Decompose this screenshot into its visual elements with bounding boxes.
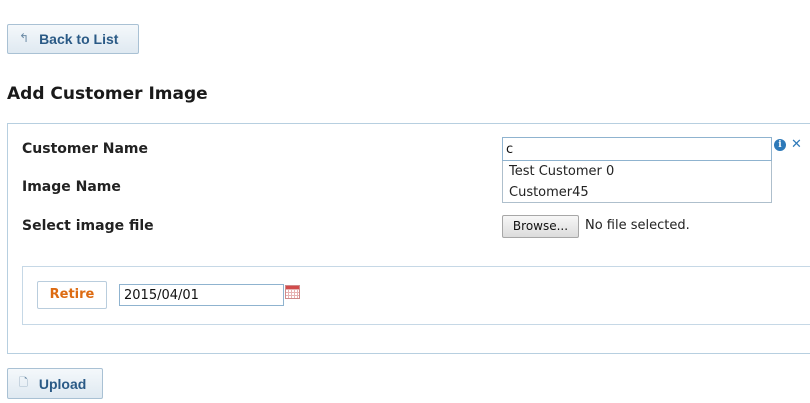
file-selection-status: No file selected. <box>585 218 690 233</box>
browse-file-button[interactable]: Browse... <box>502 215 579 238</box>
suggestion-item[interactable]: Customer45 <box>503 182 771 203</box>
select-image-file-label: Select image file <box>22 218 154 234</box>
back-to-list-button[interactable]: ↰ Back to List <box>7 24 139 54</box>
info-icon[interactable]: i <box>774 139 786 151</box>
image-name-label: Image Name <box>22 179 121 195</box>
back-to-list-label: Back to List <box>39 31 119 47</box>
upload-button[interactable]: 🗋 Upload <box>7 368 103 399</box>
clear-icon[interactable]: ✕ <box>791 137 802 152</box>
suggestion-item[interactable]: Test Customer 0 <box>503 161 771 182</box>
undo-arrow-icon: ↰ <box>19 31 30 45</box>
customer-name-input[interactable] <box>502 137 772 161</box>
file-icon: 🗋 <box>19 377 28 389</box>
retire-button[interactable]: Retire <box>37 281 107 309</box>
retire-date-input[interactable] <box>119 284 284 306</box>
customer-suggestions-dropdown: Test Customer 0 Customer45 <box>502 161 772 203</box>
upload-label: Upload <box>38 375 87 392</box>
customer-name-label: Customer Name <box>22 141 148 157</box>
calendar-icon[interactable] <box>285 285 300 299</box>
page-title: Add Customer Image <box>7 84 208 104</box>
